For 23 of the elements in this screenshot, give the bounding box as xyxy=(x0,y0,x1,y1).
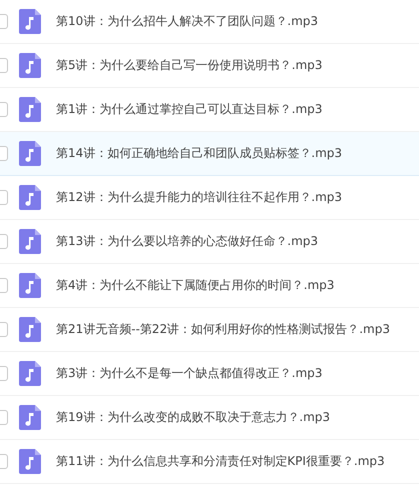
file-name: 第12讲：为什么提升能力的培训往往不起作用？.mp3 xyxy=(56,189,342,206)
file-name: 第14讲：如何正确地给自己和团队成员贴标签？.mp3 xyxy=(56,145,342,162)
file-name: 第5讲：为什么要给自己写一份使用说明书？.mp3 xyxy=(56,57,322,74)
music-file-icon xyxy=(19,53,41,78)
file-name: 第1讲：为什么通过掌控自己可以直达目标？.mp3 xyxy=(56,101,322,118)
music-file-icon xyxy=(19,185,41,210)
music-file-icon xyxy=(19,317,41,342)
file-name: 第21讲无音频--第22讲：如何利用好你的性格测试报告？.mp3 xyxy=(56,321,390,338)
music-file-icon xyxy=(19,229,41,254)
music-file-icon xyxy=(19,97,41,122)
file-name: 第3讲：为什么不是每一个缺点都值得改正？.mp3 xyxy=(56,365,322,382)
file-name: 第13讲：为什么要以培养的心态做好任命？.mp3 xyxy=(56,233,318,250)
file-name: 第4讲：为什么不能让下属随便占用你的时间？.mp3 xyxy=(56,277,334,294)
file-row[interactable]: 第14讲：如何正确地给自己和团队成员贴标签？.mp3 xyxy=(0,132,419,176)
music-file-icon xyxy=(19,361,41,386)
music-file-icon xyxy=(19,405,41,430)
music-file-icon xyxy=(19,449,41,474)
file-name: 第11讲：为什么信息共享和分清责任对制定KPI很重要？.mp3 xyxy=(56,453,385,470)
music-file-icon xyxy=(19,273,41,298)
music-file-icon xyxy=(19,141,41,166)
music-file-icon xyxy=(19,9,41,34)
file-name: 第19讲：为什么改变的成败不取决于意志力？.mp3 xyxy=(56,409,330,426)
file-name: 第10讲：为什么招牛人解决不了团队问题？.mp3 xyxy=(56,13,318,30)
